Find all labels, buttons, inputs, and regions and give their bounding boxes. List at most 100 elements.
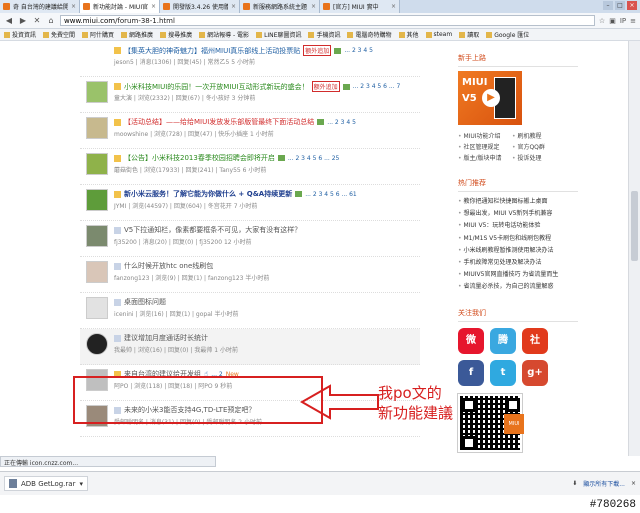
close-icon[interactable]: × <box>311 3 316 10</box>
list-item[interactable]: 教你把通知栏快捷图标搬上桌面 <box>458 196 578 208</box>
browser-tab-4[interactable]: 新服務網路系統主題 × <box>240 0 320 13</box>
thread-title[interactable]: 建议增加月度通话时长统计 <box>124 333 208 343</box>
page-links[interactable]: ... 2 3 4 5 6 ... 61 <box>305 191 357 198</box>
home-icon[interactable]: ⌂ <box>46 16 56 26</box>
avatar[interactable] <box>86 81 108 103</box>
avatar[interactable] <box>86 297 108 319</box>
scroll-thumb[interactable] <box>631 191 638 261</box>
sidebar-link[interactable]: 社区管理规定 <box>458 142 510 151</box>
favicon-icon <box>243 3 250 10</box>
download-item[interactable]: ADB GetLog.rar ▾ <box>4 476 88 491</box>
avatar[interactable] <box>86 153 108 175</box>
extension-icon[interactable]: ▣ <box>609 17 616 25</box>
thread-title[interactable]: 小米科技MIUI的乐园！一次开放MIUI互动形式新玩的盛会！ <box>124 82 309 92</box>
table-row[interactable]: 什么时候开放htc one线刷包 fanzong123 | 浏览(9) | 回复… <box>80 257 420 293</box>
page-links[interactable]: ... 2 3 4 5 <box>344 47 373 54</box>
close-icon[interactable]: × <box>231 3 236 10</box>
sidebar-link[interactable]: MIUI功能介绍 <box>458 131 510 140</box>
ip-badge-icon[interactable]: IP <box>620 17 626 25</box>
bookmark-item[interactable]: 電腦奇特購物 <box>347 30 392 39</box>
close-icon[interactable]: × <box>631 480 636 487</box>
bookmark-item[interactable]: Google 匯位 <box>486 30 529 39</box>
sidebar-link[interactable]: 投诉处理 <box>512 153 564 162</box>
list-item[interactable]: MIUIV5官网直播技巧 为省流量而生 <box>458 269 578 281</box>
thread-title[interactable]: V5下拉通知栏，像素都要框条不可见，大家有没有这样？ <box>124 225 301 235</box>
table-row[interactable]: 【活动总结】——给给MIUI发放发乐部版管最终下面活动总结 ... 2 3 4 5… <box>80 113 420 149</box>
table-row[interactable]: 【公告】小米科技2013春季校园招聘会即将开启 ... 2 3 4 5 6 ...… <box>80 149 420 185</box>
table-row[interactable]: 桌面图标问题 icenini | 浏览(16) | 回复(1) | gopal … <box>80 293 420 329</box>
bookmark-item[interactable]: 搜尋推廣 <box>160 30 192 39</box>
close-window-icon[interactable]: × <box>627 1 637 10</box>
vertical-scrollbar[interactable] <box>628 41 640 456</box>
thread-title[interactable]: 【集英大胆的神奇魅力】福州MIUI真乐部线上活动投票贴 <box>124 46 300 56</box>
close-icon[interactable]: × <box>71 3 76 10</box>
url-field[interactable]: www.miui.com/forum-38-1.html <box>60 15 595 26</box>
sidebar-link[interactable]: 版主/版块申请 <box>458 153 510 162</box>
avatar[interactable] <box>86 117 108 139</box>
list-item[interactable]: M1/M1S V5卡刷包和线刷包教程 <box>458 233 578 245</box>
show-all-downloads-link[interactable]: 顯示所有下載... <box>583 479 625 488</box>
miui-logo-icon: MIUI <box>504 413 524 434</box>
play-icon[interactable]: ▶ <box>482 89 500 107</box>
weibo-icon[interactable]: 微 <box>458 327 484 354</box>
arrow-icon <box>300 384 379 420</box>
thread-title[interactable]: 新小米云服务！了解它能为你做什么 + Q&A持续更新 <box>124 189 292 199</box>
list-item[interactable]: 手机故障常见处理及解决办法 <box>458 257 578 269</box>
avatar[interactable] <box>86 225 108 247</box>
bookmark-item[interactable]: 網路推廣 <box>121 30 153 39</box>
list-item[interactable]: 小米线刷教程暂推测使用解决办法 <box>458 245 578 257</box>
facebook-icon[interactable]: f <box>458 359 484 386</box>
close-icon[interactable]: × <box>151 3 156 10</box>
avatar[interactable] <box>86 45 108 67</box>
tencent-weibo-icon[interactable]: 腾 <box>490 327 516 354</box>
back-icon[interactable]: ◀ <box>4 16 14 26</box>
twitter-icon[interactable]: t <box>490 359 516 386</box>
bookmark-item[interactable]: 其他 <box>398 30 419 39</box>
community-icon[interactable]: 社 <box>522 327 548 354</box>
table-row[interactable]: 建议增加月度通话时长统计 我最帅 | 浏览(16) | 回复(0) | 我最帅 … <box>80 329 420 365</box>
bookmark-item[interactable]: 網站報導 - 電影 <box>199 30 249 39</box>
bookmark-item[interactable]: 手機資訊 <box>308 30 340 39</box>
table-row[interactable]: 新小米云服务！了解它能为你做什么 + Q&A持续更新 ... 2 3 4 5 6 … <box>80 185 420 221</box>
thread-title[interactable]: 【公告】小米科技2013春季校园招聘会即将开启 <box>124 153 275 163</box>
maximize-icon[interactable]: □ <box>615 1 625 10</box>
avatar[interactable] <box>86 261 108 283</box>
table-row[interactable]: 小米科技MIUI的乐园！一次开放MIUI互动形式新玩的盛会！ 额外追加 ... 2 … <box>80 77 420 113</box>
browser-tab-2[interactable]: 新功能討論 - MIUI官方× <box>80 0 160 13</box>
browser-tab-3[interactable]: 開發版3.4.26 使用體會× <box>160 0 240 13</box>
sidebar-link[interactable]: 刷机教程 <box>512 131 564 140</box>
table-row[interactable]: V5下拉通知栏，像素都要框条不可见，大家有没有这样？ fj35200 | 消息(… <box>80 221 420 257</box>
bookmark-item[interactable]: 投資資訊 <box>4 30 36 39</box>
folder-icon <box>347 31 354 38</box>
bookmark-item[interactable]: 讀取 <box>459 30 479 39</box>
thread-title[interactable]: 桌面图标问题 <box>124 297 166 307</box>
table-row[interactable]: 【集英大胆的神奇魅力】福州MIUI真乐部线上活动投票贴 额外追加 ... 2 3 4… <box>80 41 420 77</box>
chevron-down-icon[interactable]: ▾ <box>79 480 83 488</box>
sidebar-link[interactable]: 官方QQ群 <box>512 142 564 151</box>
browser-tab-1[interactable]: 奇 自台灣的建議給開發組× <box>0 0 80 13</box>
bookmark-item[interactable]: 免費空間 <box>43 30 75 39</box>
bookmark-item[interactable]: 阿什購買 <box>82 30 114 39</box>
page-links[interactable]: ... 2 3 4 5 6 ... 7 <box>353 83 401 90</box>
bookmark-item[interactable]: LINE聊圖資訊 <box>256 30 301 39</box>
google-plus-icon[interactable]: g+ <box>522 359 548 386</box>
page-links[interactable]: ... 2 3 4 5 <box>327 119 356 126</box>
forward-icon[interactable]: ▶ <box>18 16 28 26</box>
browser-tab-5[interactable]: [官方] MIUI 實中 × <box>320 0 400 13</box>
wrench-icon[interactable]: ≡ <box>630 17 636 25</box>
page-links[interactable]: ... 2 3 4 5 6 ... 25 <box>288 155 340 162</box>
close-icon[interactable]: × <box>391 3 396 10</box>
avatar[interactable] <box>86 189 108 211</box>
reload-icon[interactable]: ✕ <box>32 16 42 26</box>
list-item[interactable]: 想最出发，MIUI V5新列手机兼容 <box>458 208 578 220</box>
list-item[interactable]: 省流量必杀技，为自己的流量解惑 <box>458 281 578 293</box>
bookmark-item[interactable]: steam <box>425 31 452 38</box>
miui-v5-ad[interactable]: MIUI V5 ▶ <box>458 71 522 125</box>
star-icon[interactable]: ☆ <box>599 17 605 25</box>
list-item[interactable]: MIUI V5：玩转电话功能体验 <box>458 220 578 232</box>
thread-title[interactable]: 什么时候开放htc one线刷包 <box>124 261 213 271</box>
thread-title[interactable]: 【活动总结】——给给MIUI发放发乐部版管最终下面活动总结 <box>124 117 314 127</box>
folder-icon <box>199 31 206 38</box>
avatar[interactable] <box>86 333 108 355</box>
minimize-icon[interactable]: – <box>603 1 613 10</box>
